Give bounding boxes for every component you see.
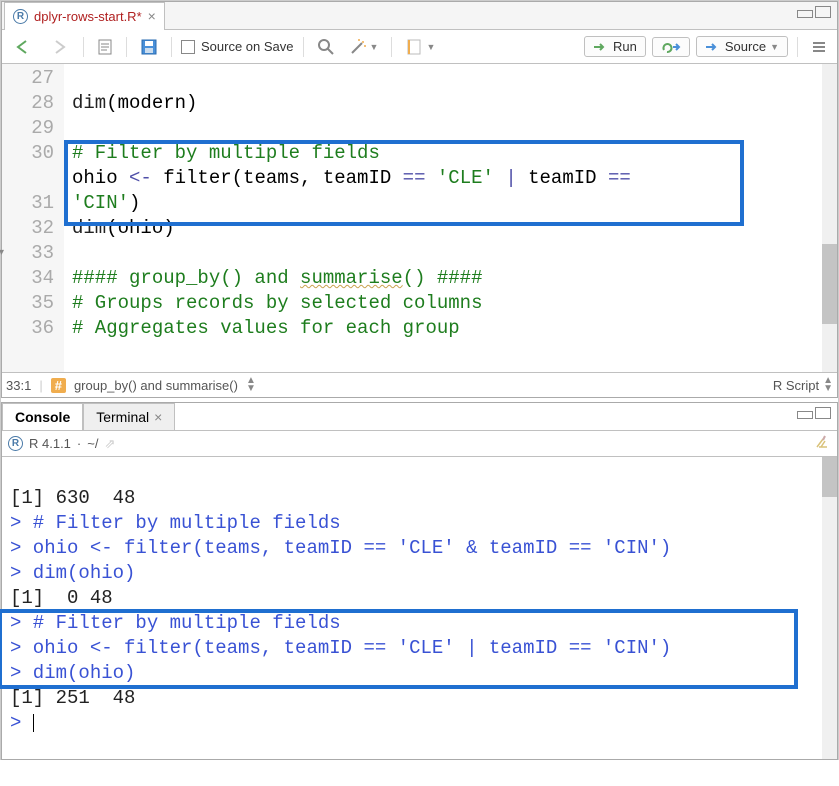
console-scroll-thumb[interactable]: [822, 457, 837, 497]
rerun-button[interactable]: [652, 37, 690, 57]
editor-tab-bar: R dplyr-rows-start.R* ×: [2, 2, 837, 30]
source-button[interactable]: Source ▼: [696, 36, 788, 57]
editor-scroll-thumb[interactable]: [822, 244, 837, 324]
source-pane: R dplyr-rows-start.R* × Source on Save: [1, 1, 838, 398]
editor-statusbar: 33:1 | # group_by() and summarise() ▲▼ R…: [2, 372, 837, 397]
console-pane-window-buttons: [797, 407, 831, 419]
editor-toolbar: Source on Save ▼ ▼ Run Source ▼: [2, 30, 837, 64]
console-tab-bar: Console Terminal ×: [2, 403, 837, 431]
console-cursor: [33, 714, 34, 732]
source-on-save-checkbox[interactable]: [181, 40, 195, 54]
console-output[interactable]: [1] 630 48 > # Filter by multiple fields…: [2, 457, 837, 757]
wand-button[interactable]: ▼: [345, 36, 383, 58]
console-info-bar: R R 4.1.1 · ~/ ⇗: [2, 431, 837, 457]
go-to-dir-icon[interactable]: ⇗: [104, 436, 115, 452]
console-pane: Console Terminal × R R 4.1.1 · ~/ ⇗ [1] …: [1, 402, 838, 760]
console-scrollbar[interactable]: [822, 457, 837, 759]
show-document-button[interactable]: [93, 36, 117, 58]
r-file-icon: R: [13, 9, 28, 24]
outline-button[interactable]: [807, 37, 831, 57]
code-area[interactable]: dim(modern) # Filter by multiple fields …: [64, 64, 642, 372]
language-selector-icon[interactable]: ▲▼: [823, 377, 833, 393]
code-editor[interactable]: 27 28 29 30 31 32 ▾33 34 35 36 dim(moder…: [2, 64, 837, 372]
source-on-save-label: Source on Save: [201, 39, 294, 54]
r-version-label: R 4.1.1: [29, 436, 71, 451]
find-button[interactable]: [313, 36, 339, 58]
minimize-pane-icon[interactable]: [797, 10, 813, 18]
r-logo-icon: R: [8, 436, 23, 451]
run-label: Run: [613, 39, 637, 54]
run-button[interactable]: Run: [584, 36, 646, 57]
clear-console-icon[interactable]: [813, 433, 831, 454]
working-dir-label[interactable]: ~/: [87, 436, 98, 451]
line-gutter: 27 28 29 30 31 32 ▾33 34 35 36: [2, 64, 64, 372]
editor-scrollbar[interactable]: [822, 64, 837, 372]
forward-button[interactable]: [44, 36, 74, 58]
minimize-console-icon[interactable]: [797, 411, 813, 419]
save-button[interactable]: [136, 36, 162, 58]
language-label[interactable]: R Script: [773, 378, 819, 393]
file-name-label: dplyr-rows-start.R*: [34, 9, 142, 24]
report-button[interactable]: ▼: [401, 36, 439, 58]
section-selector-icon[interactable]: ▲▼: [246, 377, 256, 393]
source-label: Source: [725, 39, 766, 54]
maximize-console-icon[interactable]: [815, 407, 831, 419]
back-button[interactable]: [8, 36, 38, 58]
file-tab[interactable]: R dplyr-rows-start.R* ×: [4, 2, 165, 30]
close-terminal-icon[interactable]: ×: [154, 409, 162, 425]
cursor-position: 33:1: [6, 378, 31, 393]
section-name[interactable]: group_by() and summarise(): [74, 378, 238, 393]
pane-window-buttons: [797, 6, 831, 18]
tab-console[interactable]: Console: [2, 403, 83, 430]
section-badge-icon: #: [51, 378, 66, 393]
close-tab-icon[interactable]: ×: [148, 8, 156, 24]
maximize-pane-icon[interactable]: [815, 6, 831, 18]
tab-terminal[interactable]: Terminal ×: [83, 403, 175, 430]
